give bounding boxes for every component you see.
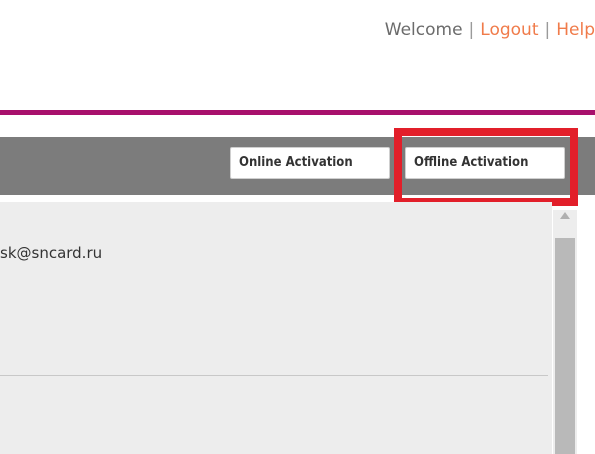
logout-link[interactable]: Logout (480, 20, 538, 40)
online-activation-button[interactable]: Online Activation (230, 147, 390, 179)
scroll-up-arrow-icon[interactable] (560, 212, 570, 219)
toolbar: Online Activation Offline Activation (0, 137, 595, 195)
scroll-thumb[interactable] (555, 238, 575, 454)
vertical-scrollbar[interactable] (553, 210, 577, 454)
divider (0, 375, 548, 376)
separator: | (468, 20, 475, 40)
help-link[interactable]: Help (556, 20, 595, 40)
separator: | (544, 20, 551, 40)
offline-activation-button[interactable]: Offline Activation (405, 147, 565, 179)
top-links: Welcome | Logout | Help (385, 20, 595, 40)
welcome-text: Welcome (384, 20, 463, 40)
email-text: sk@sncard.ru (0, 244, 103, 262)
accent-bar (0, 110, 595, 115)
content-panel: sk@sncard.ru (0, 202, 552, 454)
